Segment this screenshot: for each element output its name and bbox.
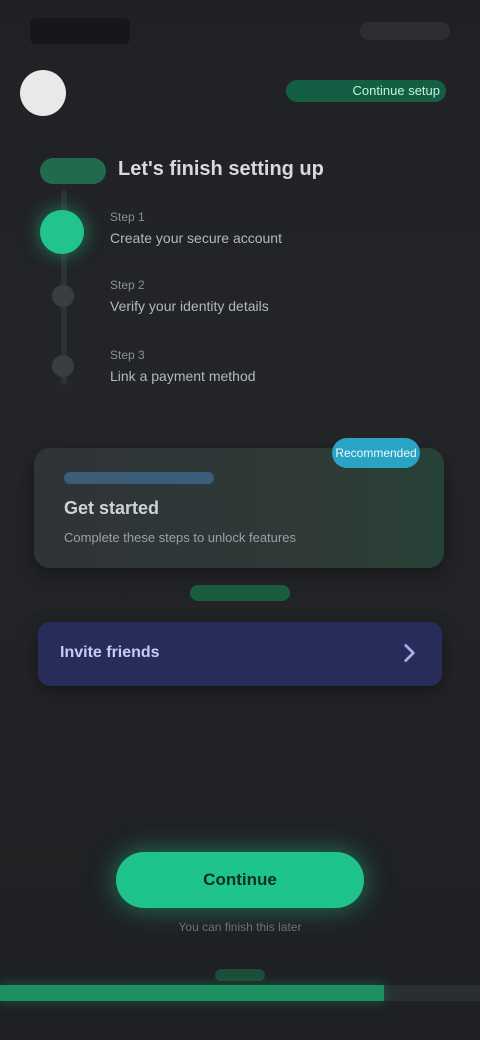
step-3-dot: [52, 355, 74, 377]
continue-button[interactable]: Continue: [116, 852, 364, 908]
promo-banner[interactable]: Invite friends: [38, 622, 442, 686]
status-bar: [0, 0, 480, 64]
avatar[interactable]: [20, 70, 66, 116]
step-text: Link a payment method: [110, 368, 256, 384]
step-2-dot: [52, 285, 74, 307]
card-label: [64, 472, 214, 484]
step-item[interactable]: Step 3 Link a payment method: [110, 348, 256, 384]
step-item[interactable]: Step 1 Create your secure account: [110, 210, 282, 246]
step-1-active-dot: [40, 210, 84, 254]
card-heading: Get started: [64, 498, 160, 518]
secondary-link[interactable]: [190, 585, 290, 601]
step-number: Step 3: [110, 348, 145, 362]
step-text: Create your secure account: [110, 230, 282, 246]
step-number: Step 2: [110, 278, 145, 292]
step-item[interactable]: Step 2 Verify your identity details: [110, 278, 269, 314]
chevron-right-icon: [404, 644, 415, 662]
card-description: Complete these steps to unlock features: [64, 530, 296, 545]
top-action-link[interactable]: Continue setup: [286, 80, 446, 102]
step-tag: [40, 158, 106, 184]
page-title: Let's finish setting up: [118, 158, 324, 180]
progress-fill: [0, 985, 384, 1001]
info-card[interactable]: Recommended Get started Complete these s…: [34, 438, 444, 568]
progress-label: [215, 969, 265, 981]
card-badge: Recommended: [332, 438, 420, 468]
cta-note: You can finish this later: [178, 920, 302, 934]
banner-text: Invite friends: [60, 644, 160, 661]
step-number: Step 1: [110, 210, 145, 224]
status-time: [30, 18, 130, 44]
status-icons: [360, 22, 450, 40]
step-text: Verify your identity details: [110, 298, 269, 314]
progress-area: [0, 969, 480, 1015]
